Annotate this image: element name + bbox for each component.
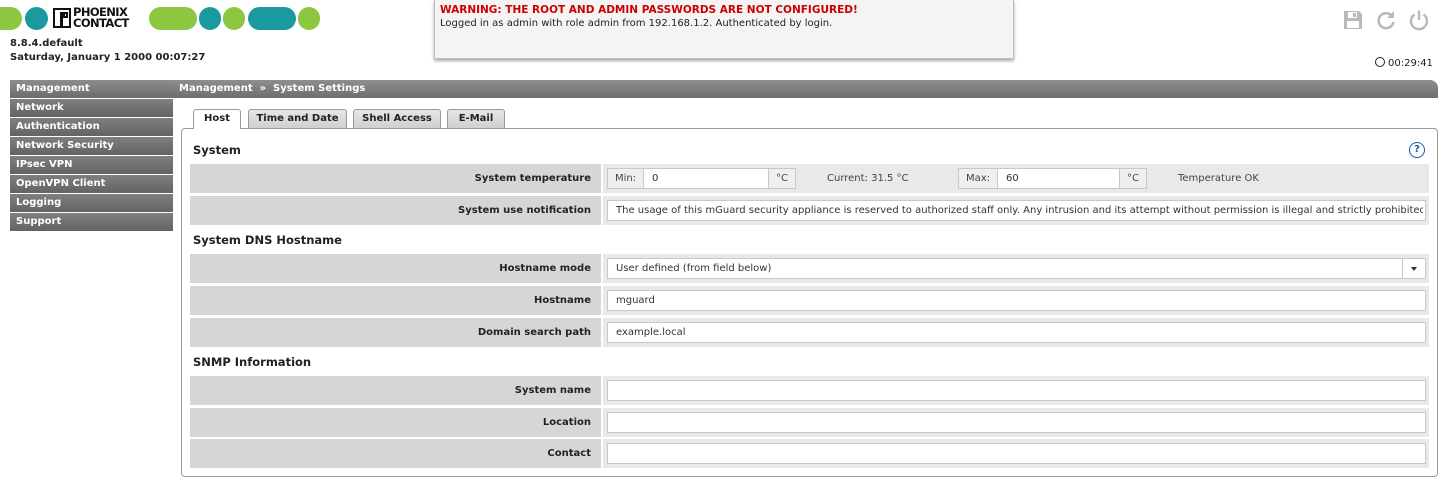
row-label: Domain search path [190,318,601,347]
tab-host[interactable]: Host [193,109,241,129]
firmware-version: 8.8.4.default [10,38,83,49]
help-icon[interactable]: ? [1409,142,1425,158]
row-value: Min: °C Current: 31.5 °C Max: °C Tempera… [603,164,1429,193]
sidebar-item-ipsec-vpn[interactable]: IPsec VPN [10,156,173,174]
brand-pill [298,7,320,30]
logo-mark-icon [53,8,71,28]
warning-box: WARNING: THE ROOT AND ADMIN PASSWORDS AR… [434,0,1014,59]
row-value [603,408,1429,437]
sidebar-item-logging[interactable]: Logging [10,194,173,212]
location-input[interactable] [607,412,1426,433]
row-system-name: System name [190,376,1429,405]
session-timer-value: 00:29:41 [1388,58,1433,69]
domain-search-path-input[interactable] [607,322,1426,343]
row-label: System use notification [190,196,601,225]
sidebar: Management Network Authentication Networ… [10,80,173,232]
hostname-input[interactable] [607,290,1426,311]
sidebar-item-management[interactable]: Management [10,80,173,98]
timer-icon [1375,57,1385,67]
tab-time-and-date[interactable]: Time and Date [248,109,347,128]
section-title-dns: System DNS Hostname [193,233,342,247]
row-system-use-notification: System use notification [190,196,1429,225]
row-value [603,318,1429,347]
current-temperature: Current: 31.5 °C [827,173,909,184]
row-label: System name [190,376,601,405]
sidebar-item-network-security[interactable]: Network Security [10,137,173,155]
temperature-status: Temperature OK [1178,173,1259,184]
brand-pill [0,7,22,30]
row-domain-search-path: Domain search path [190,318,1429,347]
system-name-input[interactable] [607,380,1426,401]
refresh-icon[interactable] [1375,9,1397,31]
row-label: Hostname mode [190,254,601,283]
row-label: Hostname [190,286,601,315]
section-title-snmp: SNMP Information [193,355,312,369]
login-info: Logged in as admin with role admin from … [440,18,833,29]
row-value [603,376,1429,405]
row-value: User defined (from field below) [603,254,1429,283]
logo-text: PHOENIX CONTACT [73,5,129,30]
hostname-mode-value: User defined (from field below) [616,263,772,274]
brand-pill [149,7,197,30]
max-unit: °C [1119,168,1147,189]
row-label: Location [190,408,601,437]
power-icon[interactable] [1408,9,1430,31]
session-timer: 00:29:41 [1375,56,1433,69]
min-label: Min: [607,168,644,189]
breadcrumb: Management » System Settings [173,80,1438,98]
row-system-temperature: System temperature Min: °C Current: 31.5… [190,164,1429,193]
sidebar-item-openvpn-client[interactable]: OpenVPN Client [10,175,173,193]
contact-input[interactable] [607,443,1426,464]
brand-pill [199,7,221,30]
system-use-notification-input[interactable] [607,200,1426,221]
row-value [603,439,1429,468]
device-datetime: Saturday, January 1 2000 00:07:27 [10,52,206,63]
row-value [603,286,1429,315]
save-icon[interactable] [1342,9,1364,31]
brand-pill [248,7,296,30]
password-warning: WARNING: THE ROOT AND ADMIN PASSWORDS AR… [440,4,858,16]
brand-pill [223,7,245,30]
phoenix-contact-logo: PHOENIX CONTACT [51,5,147,30]
sidebar-item-network[interactable]: Network [10,99,173,117]
row-contact: Contact [190,439,1429,468]
tab-shell-access[interactable]: Shell Access [353,109,441,128]
row-label: Contact [190,439,601,468]
brand-bar: PHOENIX CONTACT [0,5,330,31]
tab-email[interactable]: E-Mail [447,109,505,128]
hostname-mode-select[interactable]: User defined (from field below) [607,258,1426,279]
row-hostname: Hostname [190,286,1429,315]
row-label: System temperature [190,164,601,193]
temperature-min-input[interactable] [643,168,769,189]
row-value [603,196,1429,225]
sidebar-item-support[interactable]: Support [10,213,173,231]
sidebar-item-authentication[interactable]: Authentication [10,118,173,136]
row-hostname-mode: Hostname mode User defined (from field b… [190,254,1429,283]
row-location: Location [190,408,1429,437]
chevron-down-icon[interactable] [1402,259,1425,278]
temperature-max-input[interactable] [997,168,1120,189]
section-title-system: System [193,143,241,157]
max-label: Max: [958,168,998,189]
breadcrumb-text: Management » System Settings [179,83,366,94]
min-unit: °C [768,168,796,189]
brand-pill [25,7,48,30]
